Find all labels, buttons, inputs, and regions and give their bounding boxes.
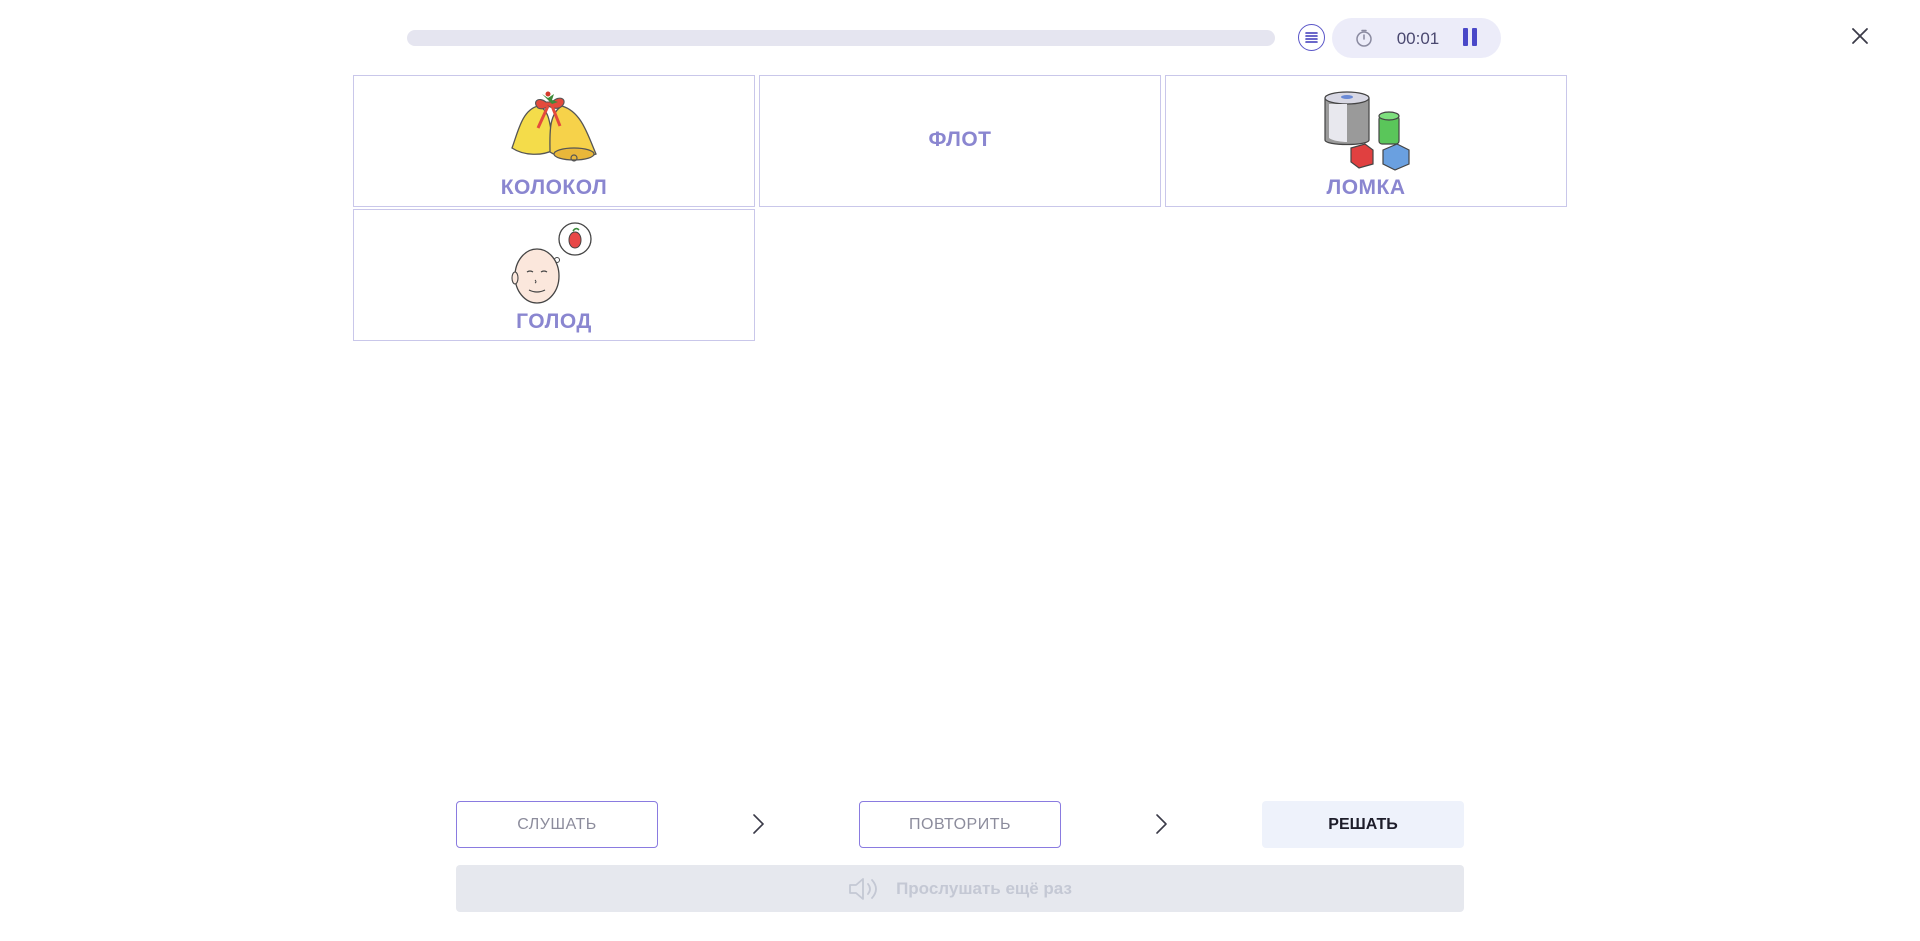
broken-toys-icon: [1324, 91, 1410, 171]
card-word: ЛОМКА: [1326, 176, 1406, 199]
close-icon: [1852, 28, 1868, 44]
pause-icon: [1463, 28, 1468, 46]
timer-value: 00:01: [1396, 29, 1440, 48]
card-word: КОЛОКОЛ: [500, 176, 608, 199]
hungry-face-icon: [511, 222, 592, 304]
task-list-button[interactable]: [1298, 24, 1325, 51]
timer: 00:01: [1332, 18, 1501, 58]
repeat-button[interactable]: ПОВТОРИТЬ: [859, 801, 1061, 848]
word-card-kolokol[interactable]: КОЛОКОЛ: [353, 75, 755, 207]
card-word: ФЛОТ: [928, 128, 992, 151]
replay-audio-button[interactable]: Прослушать ещё раз: [456, 865, 1464, 912]
stopwatch-icon: [1356, 29, 1372, 47]
word-card-flot[interactable]: ФЛОТ: [759, 75, 1161, 207]
chevron-right-icon: [1156, 814, 1167, 834]
speaker-icon: [849, 877, 877, 900]
bells-icon: [511, 91, 597, 162]
word-card-lomka[interactable]: ЛОМКА: [1165, 75, 1567, 207]
word-card-golod[interactable]: ГОЛОД: [353, 209, 755, 341]
pause-button[interactable]: [1458, 28, 1482, 48]
list-icon: [1305, 32, 1318, 43]
exercise-screen: 00:01 КОЛОКОЛ ФЛОТ ЛОМКА ГОЛОД СЛУШАТЬ П…: [0, 0, 1920, 941]
progress-bar: [407, 30, 1275, 46]
chevron-right-icon: [753, 814, 764, 834]
replay-label: Прослушать ещё раз: [896, 878, 1072, 898]
card-word: ГОЛОД: [516, 310, 592, 333]
close-button[interactable]: [1848, 24, 1872, 48]
listen-button[interactable]: СЛУШАТЬ: [456, 801, 658, 848]
solve-button[interactable]: РЕШАТЬ: [1262, 801, 1464, 848]
